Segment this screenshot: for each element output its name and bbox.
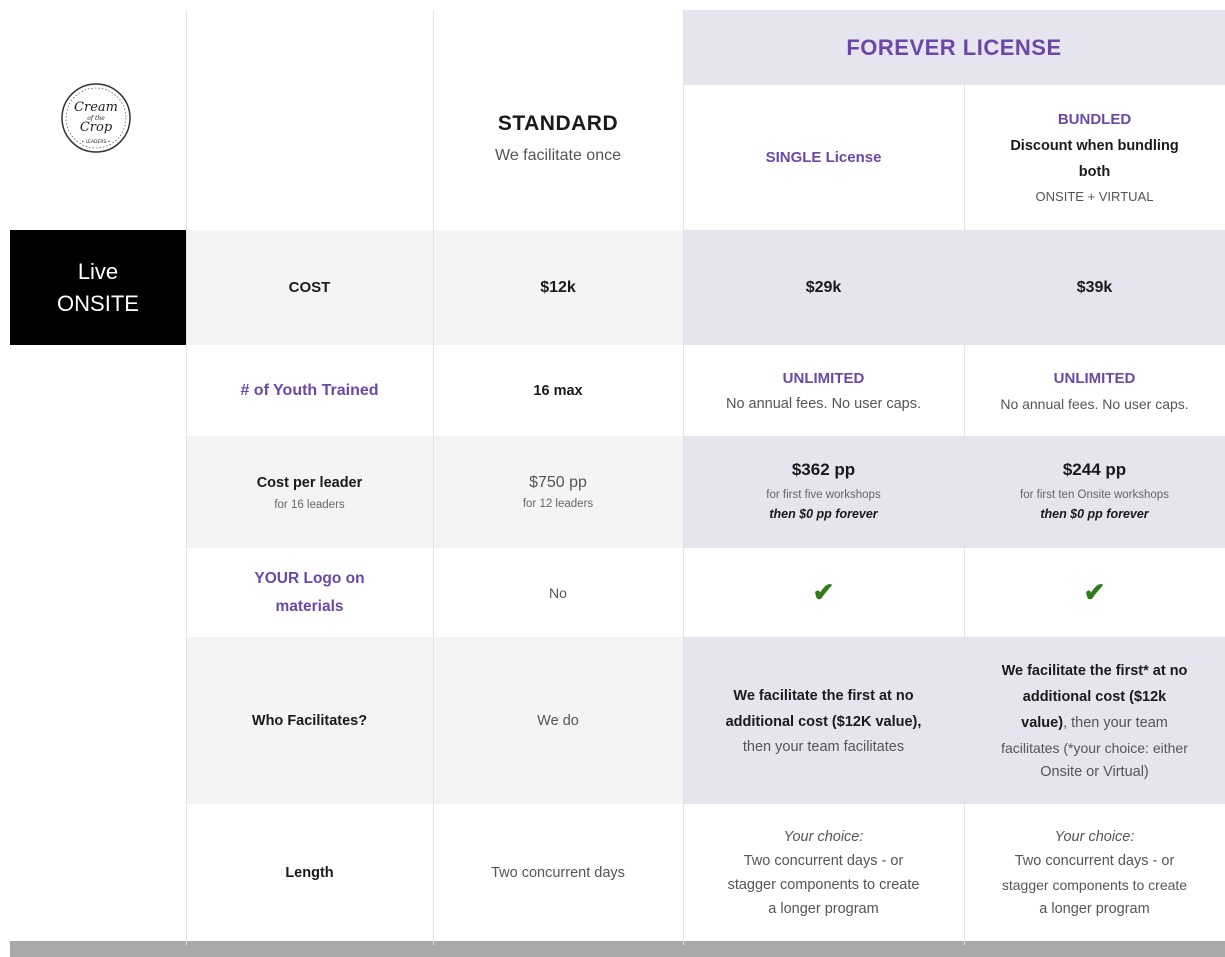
length-standard-value: Two concurrent days — [491, 864, 625, 881]
forever-license-header: FOREVER LICENSE — [683, 10, 1225, 85]
per-leader-label-text: Cost per leader — [256, 475, 363, 491]
length-bundled-line1: Your choice: — [1054, 828, 1135, 845]
facilitates-standard: We do — [433, 637, 683, 804]
length-label-text: Length — [285, 864, 334, 881]
logo-row-label-line1: YOUR Logo on — [254, 569, 365, 587]
logo-row-standard: No — [433, 548, 683, 637]
cost-bundled: $39k — [964, 230, 1225, 345]
facilitates-bundled-line5: Onsite or Virtual) — [1040, 763, 1149, 780]
length-bundled-line3: stagger components to create — [1001, 876, 1188, 893]
standard-header: STANDARD We facilitate once — [433, 85, 683, 195]
logo-row-bundled: ✔ — [964, 548, 1225, 637]
bundled-desc-line1: Discount when bundling — [1010, 137, 1179, 154]
brand-logo: Cream of the Crop • LEADERS • — [60, 82, 132, 154]
per-leader-standard: $750 pp for 12 leaders — [433, 436, 683, 548]
cost-standard-value: $12k — [540, 278, 576, 296]
cost-label-text: COST — [288, 279, 331, 296]
svg-text:Cream: Cream — [74, 100, 118, 115]
youth-standard: 16 max — [433, 345, 683, 436]
youth-standard-value: 16 max — [533, 382, 583, 399]
per-leader-label: Cost per leader for 16 leaders — [186, 436, 433, 548]
facilitates-standard-value: We do — [537, 712, 579, 729]
per-leader-bundled-sub: for first ten Onsite workshops — [1020, 489, 1169, 501]
per-leader-standard-sub: for 12 leaders — [522, 498, 594, 510]
youth-bundled-title: UNLIMITED — [1053, 369, 1136, 387]
standard-title: STANDARD — [497, 112, 619, 135]
facilitates-single-line2: additional cost ($12K value), — [725, 713, 922, 730]
logo-row-label: YOUR Logo on materials — [186, 548, 433, 637]
youth-bundled: UNLIMITED No annual fees. No user caps. — [964, 345, 1225, 436]
per-leader-single-sub: for first five workshops — [766, 489, 881, 501]
facilitates-bundled-line3-bold: value) — [1021, 714, 1064, 731]
facilitates-label-text: Who Facilitates? — [251, 712, 368, 729]
svg-text:• LEADERS •: • LEADERS • — [82, 139, 111, 145]
per-leader-bundled: $244 pp for first ten Onsite workshops t… — [964, 436, 1225, 548]
single-license-header: SINGLE License — [683, 85, 964, 230]
youth-label: # of Youth Trained — [186, 345, 433, 436]
standard-subtitle: We facilitate once — [495, 147, 621, 164]
length-single: Your choice: Two concurrent days - or st… — [683, 804, 964, 941]
forever-license-title: FOREVER LICENSE — [846, 34, 1062, 60]
bundled-title: BUNDLED — [1057, 110, 1132, 128]
bundled-desc-line3: ONSITE + VIRTUAL — [1035, 188, 1154, 204]
bottom-bar — [10, 941, 1225, 957]
single-license-title: SINGLE License — [765, 149, 882, 166]
logo-row-label-line2: materials — [275, 597, 344, 615]
section-label-line2: ONSITE — [57, 290, 139, 316]
facilitates-single: We facilitate the first at no additional… — [683, 637, 964, 804]
facilitates-bundled-line4: facilitates (*your choice: either — [1001, 739, 1188, 756]
logo-row-standard-value: No — [549, 584, 567, 601]
length-bundled: Your choice: Two concurrent days - or st… — [964, 804, 1225, 941]
per-leader-label-sub: for 16 leaders — [274, 499, 345, 511]
length-label: Length — [186, 804, 433, 941]
facilitates-single-line3: then your team facilitates — [742, 738, 905, 755]
cost-standard: $12k — [433, 230, 683, 345]
cost-single: $29k — [683, 230, 964, 345]
svg-text:Crop: Crop — [80, 120, 113, 135]
facilitates-label: Who Facilitates? — [186, 637, 433, 804]
check-icon: ✔ — [1083, 577, 1106, 607]
facilitates-bundled-line1: We facilitate the first* at no — [1001, 662, 1188, 679]
per-leader-single-note: then $0 pp forever — [769, 507, 878, 521]
cost-bundled-value: $39k — [1076, 278, 1113, 296]
facilitates-bundled-line3: value), then your team — [1021, 710, 1168, 736]
per-leader-single: $362 pp for first five workshops then $0… — [683, 436, 964, 548]
length-single-line2: Two concurrent days - or — [743, 852, 904, 869]
length-standard: Two concurrent days — [433, 804, 683, 941]
facilitates-bundled-line2: additional cost ($12k — [1022, 688, 1167, 705]
facilitates-single-line1: We facilitate the first at no — [733, 687, 914, 704]
check-icon: ✔ — [812, 577, 835, 607]
bundled-header: BUNDLED Discount when bundling both ONSI… — [964, 85, 1225, 230]
youth-single: UNLIMITED No annual fees. No user caps. — [683, 345, 964, 436]
per-leader-single-value: $362 pp — [791, 460, 856, 479]
youth-bundled-sub: No annual fees. No user caps. — [1000, 395, 1189, 412]
cost-label: COST — [186, 230, 433, 345]
youth-single-sub: No annual fees. No user caps. — [725, 395, 922, 412]
length-single-line4: a longer program — [768, 900, 879, 917]
section-label-onsite: Live ONSITE — [10, 230, 186, 345]
cost-single-value: $29k — [805, 278, 842, 296]
logo-row-single: ✔ — [683, 548, 964, 637]
youth-single-title: UNLIMITED — [782, 369, 865, 387]
per-leader-bundled-value: $244 pp — [1062, 460, 1127, 479]
bundled-desc-line2: both — [1078, 163, 1111, 180]
length-single-line3: stagger components to create — [727, 876, 920, 893]
per-leader-bundled-note: then $0 pp forever — [1040, 507, 1149, 521]
facilitates-bundled-line3-rest: , then your team — [1063, 714, 1168, 731]
length-bundled-line4: a longer program — [1039, 900, 1150, 917]
youth-label-text: # of Youth Trained — [240, 381, 379, 399]
per-leader-standard-value: $750 pp — [529, 474, 587, 491]
length-bundled-line2: Two concurrent days - or — [1014, 852, 1175, 869]
length-single-line1: Your choice: — [783, 828, 864, 845]
section-label-line1: Live — [77, 258, 119, 284]
facilitates-bundled: We facilitate the first* at no additiona… — [964, 637, 1225, 804]
